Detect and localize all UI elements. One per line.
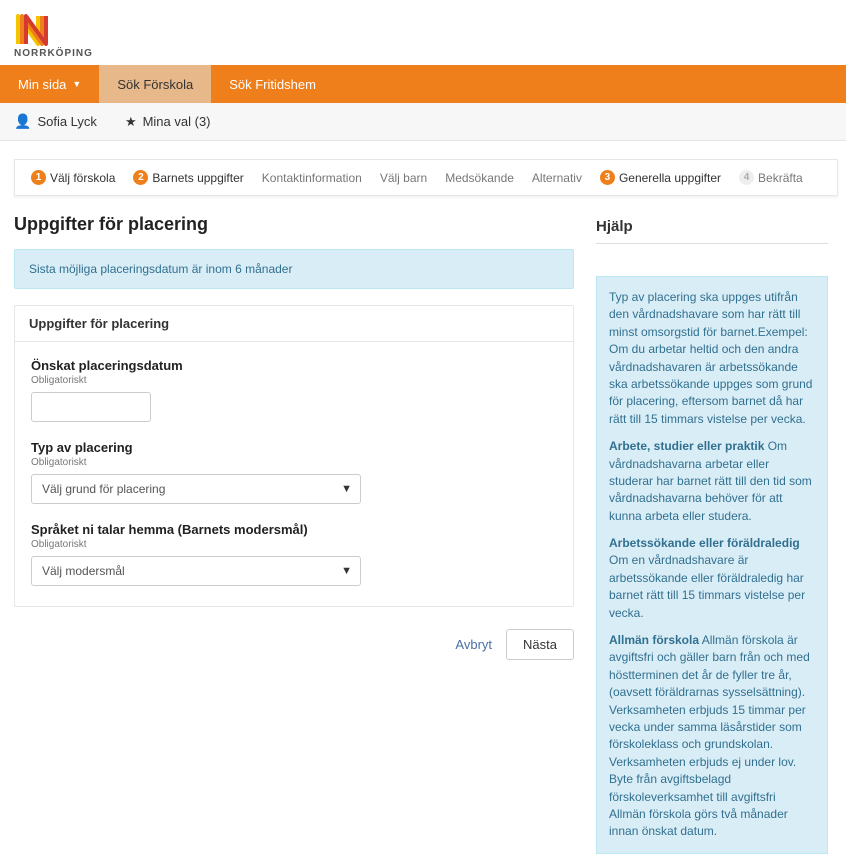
help-text: Om en vårdnadshavare är arbetssökande el… [609,553,805,619]
user-badge: 👤 Sofia Lyck [0,113,111,130]
logo-icon [14,10,58,46]
placement-panel: Uppgifter för placering Önskat placering… [14,305,574,607]
type-label: Typ av placering [31,440,557,455]
field-home-language: Språket ni talar hemma (Barnets modersmå… [31,522,557,586]
favorites-link[interactable]: ★ Mina val (3) [111,114,225,130]
panel-header: Uppgifter för placering [15,306,573,342]
help-paragraph: Typ av placering ska uppges utifrån den … [609,289,815,428]
help-bold: Allmän förskola [609,633,699,647]
step-number: 1 [31,170,46,185]
step-barnets-uppgifter[interactable]: 2 Barnets uppgifter [133,170,243,185]
help-bold: Arbetssökande eller föräldraledig [609,536,800,550]
select-value: Välj grund för placering [42,482,165,496]
page-title: Uppgifter för placering [14,214,574,235]
cancel-link[interactable]: Avbryt [455,637,492,652]
next-button[interactable]: Nästa [506,629,574,660]
type-hint: Obligatoriskt [31,457,557,468]
chevron-down-icon: ▼ [341,565,352,577]
field-placement-type: Typ av placering Obligatoriskt Välj grun… [31,440,557,504]
step-bekrafta[interactable]: 4 Bekräfta [739,170,803,185]
step-number: 3 [600,170,615,185]
step-valj-barn[interactable]: Välj barn [380,171,427,185]
sub-nav: 👤 Sofia Lyck ★ Mina val (3) [0,103,846,141]
nav-sok-forskola[interactable]: Sök Förskola [99,65,211,103]
help-paragraph: Allmän förskola Allmän förskola är avgif… [609,632,815,841]
person-icon: 👤 [14,113,31,130]
help-bold: Arbete, studier eller praktik [609,439,764,453]
step-label: Bekräfta [758,171,803,185]
favorites-label: Mina val (3) [143,114,211,129]
step-label: Kontaktinformation [262,171,362,185]
chevron-down-icon: ▼ [341,483,352,495]
star-icon: ★ [125,114,137,130]
placement-type-select[interactable]: Välj grund för placering ▼ [31,474,361,504]
field-placement-date: Önskat placeringsdatum Obligatoriskt [31,358,557,422]
lang-label: Språket ni talar hemma (Barnets modersmå… [31,522,557,537]
lang-hint: Obligatoriskt [31,539,557,550]
info-alert: Sista möjliga placeringsdatum är inom 6 … [14,249,574,289]
select-value: Välj modersmål [42,564,125,578]
step-label: Välj förskola [50,171,115,185]
help-title: Hjälp [596,214,828,244]
form-actions: Avbryt Nästa [14,621,574,668]
step-kontaktinformation[interactable]: Kontaktinformation [262,171,362,185]
main-nav: Min sida ▼ Sök Förskola Sök Fritidshem [0,65,846,103]
help-paragraph: Arbete, studier eller praktik Om vårdnad… [609,438,815,525]
nav-label: Min sida [18,77,66,92]
brand-logo: NORRKÖPING [0,0,846,65]
step-alternativ[interactable]: Alternativ [532,171,582,185]
step-number: 4 [739,170,754,185]
placement-date-input[interactable] [31,392,151,422]
help-text: Allmän förskola är avgiftsfri och gäller… [609,633,810,838]
step-medsokande[interactable]: Medsökande [445,171,514,185]
step-label: Välj barn [380,171,427,185]
step-label: Alternativ [532,171,582,185]
step-number: 2 [133,170,148,185]
brand-name: NORRKÖPING [14,48,832,59]
step-valj-forskola[interactable]: 1 Välj förskola [31,170,115,185]
nav-min-sida[interactable]: Min sida ▼ [0,65,99,103]
nav-sok-fritidshem[interactable]: Sök Fritidshem [211,65,334,103]
caret-down-icon: ▼ [72,79,81,89]
help-paragraph: Arbetssökande eller föräldraledig Om en … [609,535,815,622]
nav-label: Sök Fritidshem [229,77,316,92]
home-language-select[interactable]: Välj modersmål ▼ [31,556,361,586]
date-hint: Obligatoriskt [31,375,557,386]
help-box: Typ av placering ska uppges utifrån den … [596,276,828,854]
user-name: Sofia Lyck [37,114,97,129]
wizard-stepper: 1 Välj förskola 2 Barnets uppgifter Kont… [14,159,838,196]
step-label: Barnets uppgifter [152,171,243,185]
nav-label: Sök Förskola [117,77,193,92]
step-label: Generella uppgifter [619,171,721,185]
step-label: Medsökande [445,171,514,185]
step-generella-uppgifter[interactable]: 3 Generella uppgifter [600,170,721,185]
date-label: Önskat placeringsdatum [31,358,557,373]
